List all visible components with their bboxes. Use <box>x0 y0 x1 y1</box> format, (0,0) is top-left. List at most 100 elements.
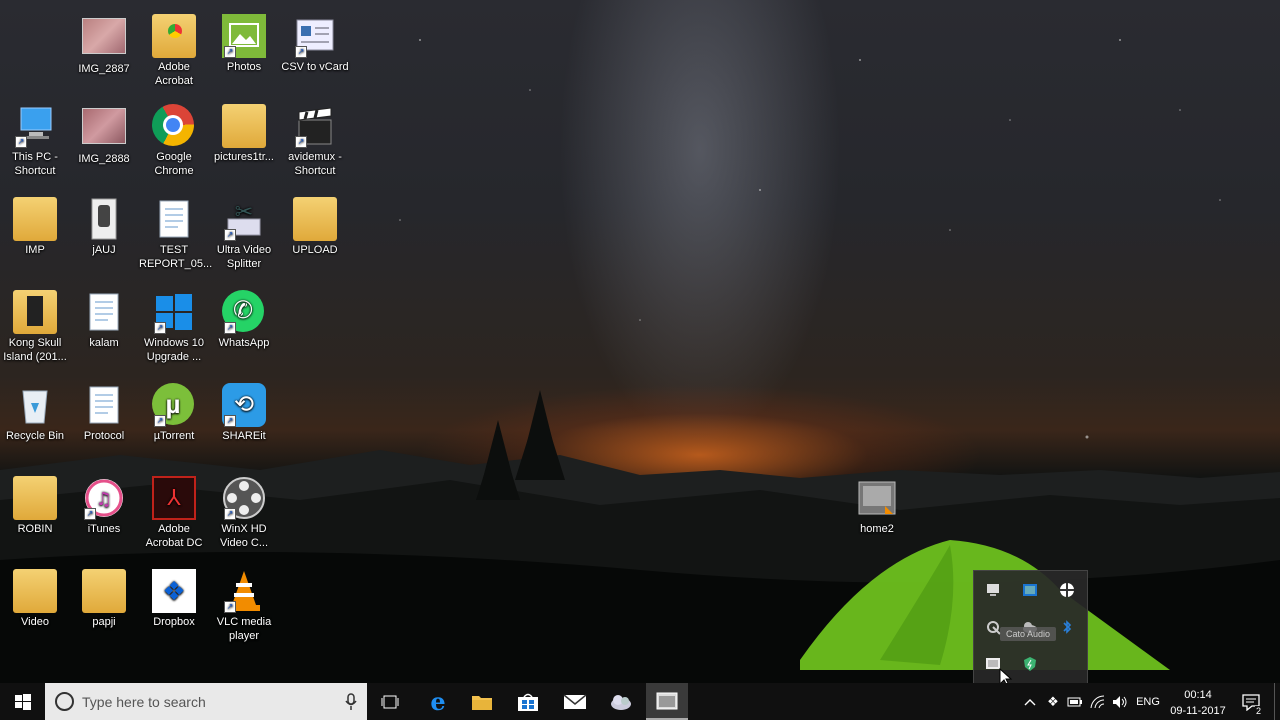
chrome-icon <box>152 104 196 148</box>
dropbox-icon[interactable]: ❖ Dropbox <box>139 569 209 629</box>
action-center-button[interactable]: 2 <box>1236 683 1266 720</box>
phone-file-icon <box>82 197 126 241</box>
google-chrome-icon[interactable]: Google Chrome <box>139 104 209 178</box>
task-view-button[interactable] <box>370 683 410 720</box>
store-bag-icon <box>518 693 538 711</box>
folder-icon <box>152 14 196 58</box>
recycle-bin-icon[interactable]: Recycle Bin <box>0 383 70 443</box>
home2-icon[interactable]: home2 <box>842 476 912 536</box>
dropbox-icon: ❖ <box>1047 693 1059 709</box>
shield-tray-icon[interactable] <box>1059 582 1075 598</box>
taskbar-active-window[interactable] <box>646 683 688 720</box>
battery-tray-button[interactable] <box>1065 683 1085 720</box>
scissors-icon: ✂ ↗ <box>222 197 266 241</box>
dropbox-icon: ❖ <box>152 569 196 613</box>
image-thumbnail-icon <box>82 18 126 54</box>
utorrent-icon: µ ↗ <box>152 383 196 427</box>
clock-date: 09-11-2017 <box>1170 705 1226 717</box>
satellite-tray-icon[interactable] <box>985 619 1001 635</box>
jauj-icon[interactable]: jAUJ <box>69 197 139 257</box>
whatsapp-icon[interactable]: ✆ ↗ WhatsApp <box>209 290 279 350</box>
imp-folder-icon[interactable]: IMP <box>0 197 70 257</box>
folder-icon <box>13 290 57 334</box>
search-box[interactable]: Type here to search <box>45 683 367 720</box>
vlc-icon[interactable]: ↗ VLC media player <box>209 569 279 643</box>
film-reel-icon: ↗ <box>222 476 266 520</box>
adobe-acrobat-folder-icon[interactable]: Adobe Acrobat <box>139 14 209 88</box>
img2887-icon[interactable]: IMG_2887 <box>69 14 139 76</box>
microphone-icon[interactable] <box>345 693 357 711</box>
test-report-icon[interactable]: TEST REPORT_05... <box>139 197 212 271</box>
windows-start-icon <box>14 693 31 710</box>
taskbar: Type here to search e ❖ ENG 00:14 09-11-… <box>0 683 1280 720</box>
document-icon <box>82 290 126 334</box>
protocol-icon[interactable]: Protocol <box>69 383 139 443</box>
whatsapp-icon: ✆ ↗ <box>222 290 266 334</box>
cortana-circle-icon <box>55 692 74 711</box>
security-shield-icon[interactable] <box>1022 656 1038 672</box>
recycle-bin-icon <box>13 383 57 427</box>
pictures-folder-icon[interactable]: pictures1tr... <box>209 104 279 164</box>
kong-folder-icon[interactable]: Kong Skull Island (201... <box>0 290 70 364</box>
dropbox-tray-button[interactable]: ❖ <box>1043 683 1063 720</box>
volume-tray-button[interactable] <box>1110 683 1130 720</box>
search-placeholder: Type here to search <box>82 694 206 710</box>
wifi-tray-button[interactable] <box>1088 683 1108 720</box>
window-app-icon <box>656 692 678 709</box>
clapperboard-icon: ↗ <box>293 104 337 148</box>
ultra-video-splitter-icon[interactable]: ✂ ↗ Ultra Video Splitter <box>209 197 279 271</box>
bluetooth-icon[interactable] <box>1059 619 1075 635</box>
notification-count: 2 <box>1254 706 1262 716</box>
computer-icon: ↗ <box>13 104 57 148</box>
taskbar-edge[interactable]: e <box>416 683 460 720</box>
windows-logo-icon: ↗ <box>152 290 196 334</box>
clock-time: 00:14 <box>1184 689 1212 701</box>
vcard-icon: ↗ <box>293 14 337 58</box>
utorrent-icon[interactable]: µ ↗ µTorrent <box>139 383 209 443</box>
show-hidden-icons-button[interactable] <box>1020 683 1040 720</box>
image-thumbnail-icon <box>82 108 126 144</box>
clock[interactable]: 00:14 09-11-2017 <box>1163 687 1233 719</box>
wifi-icon <box>1090 694 1105 708</box>
folder-icon <box>13 476 57 520</box>
kalam-icon[interactable]: kalam <box>69 290 139 350</box>
csv-to-vcard-icon[interactable]: ↗ CSV to vCard <box>280 14 350 74</box>
img2888-icon[interactable]: IMG_2888 <box>69 104 139 166</box>
avidemux-shortcut-icon[interactable]: ↗ avidemux - Shortcut <box>280 104 350 178</box>
chevron-up-icon <box>1024 698 1036 705</box>
taskbar-file-explorer[interactable] <box>460 683 504 720</box>
taskbar-cloud-app[interactable] <box>598 683 644 720</box>
robin-folder-icon[interactable]: ROBIN <box>0 476 70 536</box>
adobe-acrobat-dc-icon[interactable]: ⅄ Adobe Acrobat DC <box>139 476 209 550</box>
mouse-cursor-icon <box>999 668 1013 683</box>
folder-icon <box>222 104 266 148</box>
language-indicator[interactable]: ENG <box>1133 683 1163 720</box>
show-desktop-button[interactable] <box>1274 683 1280 720</box>
windows10-upgrade-icon[interactable]: ↗ Windows 10 Upgrade ... <box>139 290 209 364</box>
document-icon <box>82 383 126 427</box>
photos-icon[interactable]: ↗ Photos <box>209 14 279 74</box>
network-tray-icon[interactable] <box>1022 582 1038 598</box>
start-button[interactable] <box>0 683 45 720</box>
battery-icon <box>1067 697 1082 706</box>
taskbar-store[interactable] <box>506 683 550 720</box>
monitor-tray-icon[interactable] <box>985 582 1001 598</box>
winx-hd-icon[interactable]: ↗ WinX HD Video C... <box>209 476 279 550</box>
edge-icon: e <box>430 687 446 716</box>
papji-folder-icon[interactable]: papji <box>69 569 139 629</box>
video-folder-icon[interactable]: Video <box>0 569 70 629</box>
folder-icon <box>13 197 57 241</box>
upload-folder-icon[interactable]: UPLOAD <box>280 197 350 257</box>
shareit-icon[interactable]: ⟲ ↗ SHAREit <box>209 383 279 443</box>
speaker-icon <box>1113 695 1127 708</box>
cloud-app-icon <box>611 694 631 710</box>
vlc-cone-icon: ↗ <box>222 569 266 613</box>
photos-icon: ↗ <box>222 14 266 58</box>
tray-tooltip: Cato Audio <box>1000 627 1057 641</box>
video-file-icon <box>855 476 899 520</box>
shareit-icon: ⟲ ↗ <box>222 383 266 427</box>
itunes-icon[interactable]: ♫ ↗ iTunes <box>69 476 139 536</box>
taskbar-mail[interactable] <box>552 683 598 720</box>
svg-text:✂: ✂ <box>235 200 253 225</box>
this-pc-shortcut-icon[interactable]: ↗ This PC - Shortcut <box>0 104 70 178</box>
